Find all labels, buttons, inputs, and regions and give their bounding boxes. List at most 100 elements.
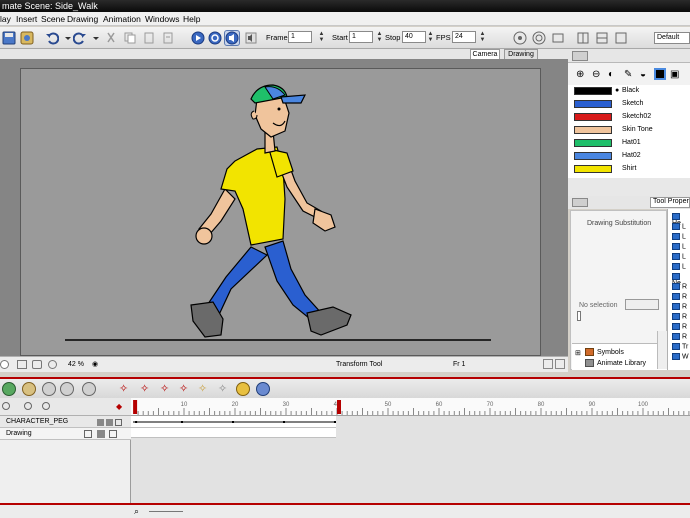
zoom-level[interactable]: 42 % bbox=[68, 361, 84, 368]
pencil-color-icon[interactable]: ✎ bbox=[624, 69, 632, 80]
paste-special-icon[interactable] bbox=[160, 30, 176, 46]
start-field[interactable]: 1 bbox=[349, 31, 373, 43]
edit-color-icon[interactable]: ◐ bbox=[608, 69, 614, 80]
list-item[interactable]: L bbox=[672, 243, 686, 253]
menu-scene[interactable]: Scene bbox=[41, 14, 65, 24]
list-item[interactable]: Tr bbox=[672, 343, 688, 353]
frame-spinner[interactable]: ▲ ▼ bbox=[318, 31, 325, 43]
stop-spinner[interactable]: ▲ ▼ bbox=[427, 31, 434, 43]
list-item[interactable]: W bbox=[672, 353, 689, 363]
timeline-ruler[interactable]: 102030405060708090100 bbox=[131, 398, 690, 416]
layer-row[interactable]: CHARACTER_PEG bbox=[0, 416, 131, 428]
color-row-sketch[interactable]: Sketch bbox=[568, 98, 690, 111]
list-item[interactable]: R bbox=[672, 293, 687, 303]
workspace-icon-3[interactable] bbox=[613, 30, 629, 46]
library-scrollbar[interactable] bbox=[657, 331, 667, 369]
lock-icon[interactable] bbox=[97, 430, 105, 438]
library-animate[interactable]: Animate Library bbox=[597, 360, 646, 367]
play-icon[interactable] bbox=[190, 30, 206, 46]
zoom-slider[interactable] bbox=[149, 511, 183, 512]
list-item[interactable]: L bbox=[672, 223, 686, 233]
add-keyframe-icon[interactable]: ✧ bbox=[119, 382, 128, 395]
panel-splitter[interactable] bbox=[568, 178, 690, 196]
list-item[interactable]: R bbox=[672, 323, 687, 333]
sound-icon[interactable] bbox=[224, 30, 240, 46]
camera-view-icon[interactable] bbox=[512, 30, 528, 46]
panel-menu-icon[interactable] bbox=[572, 198, 588, 207]
save-all-icon[interactable] bbox=[19, 30, 35, 46]
keyframe-icon-4[interactable]: ✧ bbox=[179, 382, 188, 395]
settings-icon[interactable] bbox=[256, 382, 270, 396]
workspace-icon-1[interactable] bbox=[575, 30, 591, 46]
list-item[interactable]: R bbox=[672, 333, 687, 343]
menu-drawing[interactable]: Drawing bbox=[67, 14, 98, 24]
texture-icon[interactable]: ▣ bbox=[670, 69, 679, 80]
color-row-skin-tone[interactable]: Skin Tone bbox=[568, 124, 690, 137]
sound-scrub-icon[interactable] bbox=[243, 30, 259, 46]
color-row-shirt[interactable]: Shirt bbox=[568, 163, 690, 176]
motion-icon-2[interactable]: ✧ bbox=[218, 382, 227, 395]
menu-windows[interactable]: Windows bbox=[145, 14, 179, 24]
copy-icon[interactable] bbox=[122, 30, 138, 46]
save-icon[interactable] bbox=[1, 30, 17, 46]
color-row-hat01[interactable]: Hat01 bbox=[568, 137, 690, 150]
workspace-icon-2[interactable] bbox=[594, 30, 610, 46]
view-option-icon-1[interactable] bbox=[543, 359, 553, 369]
list-item[interactable]: R bbox=[672, 313, 687, 323]
workspace-select[interactable]: Default bbox=[654, 32, 690, 44]
frame-field[interactable]: 1 bbox=[288, 31, 312, 43]
rotate-view-icon[interactable] bbox=[48, 360, 57, 369]
list-item[interactable]: He bbox=[672, 213, 690, 227]
tab-tool-properties[interactable]: Tool Properties bbox=[650, 197, 690, 208]
camera-frame[interactable] bbox=[20, 68, 541, 356]
menu-animation[interactable]: Animation bbox=[103, 14, 141, 24]
layer-color-icon[interactable] bbox=[109, 430, 117, 438]
expand-icon[interactable]: ⊞ bbox=[575, 349, 581, 357]
add-color-icon[interactable]: ⊕ bbox=[576, 69, 584, 80]
frame-view-icon[interactable] bbox=[32, 360, 42, 369]
current-color-icon[interactable] bbox=[654, 68, 666, 80]
palette-menu-icon[interactable] bbox=[572, 51, 588, 61]
list-item[interactable]: L bbox=[672, 253, 686, 263]
lock-all-icon[interactable] bbox=[24, 402, 32, 410]
zoom-icon[interactable]: ⌕ bbox=[134, 506, 139, 517]
list-item[interactable]: R bbox=[672, 283, 687, 293]
tab-camera[interactable]: Camera bbox=[470, 49, 500, 59]
timeline-nav-icon[interactable]: ◆ bbox=[116, 402, 122, 411]
ease-icon[interactable] bbox=[236, 382, 250, 396]
motion-icon[interactable]: ✧ bbox=[198, 382, 207, 395]
redo-icon[interactable] bbox=[72, 30, 88, 46]
layer-checkbox[interactable] bbox=[84, 430, 92, 438]
menu-help[interactable]: Help bbox=[183, 14, 200, 24]
timeline-frames[interactable] bbox=[131, 416, 690, 506]
add-layer-icon[interactable] bbox=[2, 382, 16, 396]
onion-skin-icon[interactable] bbox=[531, 30, 547, 46]
menu-play[interactable]: lay bbox=[0, 14, 11, 24]
start-spinner[interactable]: ▲ ▼ bbox=[376, 31, 383, 43]
grid-icon[interactable] bbox=[17, 360, 27, 369]
keyframe-icon-3[interactable]: ✧ bbox=[160, 382, 169, 395]
eyedropper-icon[interactable]: ◒ bbox=[640, 69, 646, 80]
loop-icon[interactable] bbox=[207, 30, 223, 46]
fps-field[interactable]: 24 bbox=[452, 31, 476, 43]
color-row-sketch02[interactable]: Sketch02 bbox=[568, 111, 690, 124]
lock-icon[interactable] bbox=[97, 419, 104, 426]
paste-icon[interactable] bbox=[141, 30, 157, 46]
enable-all-icon[interactable] bbox=[2, 402, 10, 410]
layer-row[interactable]: Drawing bbox=[0, 428, 131, 440]
reset-view-icon[interactable] bbox=[0, 360, 9, 369]
remove-color-icon[interactable]: ⊖ bbox=[592, 69, 600, 80]
add-drawing-layer-icon[interactable] bbox=[22, 382, 36, 396]
color-row-black[interactable]: ● Black bbox=[568, 85, 690, 98]
menu-insert[interactable]: Insert bbox=[16, 14, 37, 24]
list-item[interactable]: R bbox=[672, 303, 687, 313]
fps-spinner[interactable]: ▲ ▼ bbox=[479, 31, 486, 43]
redo-dropdown-icon[interactable] bbox=[88, 30, 104, 46]
list-item[interactable]: L bbox=[672, 233, 686, 243]
list-item[interactable]: L bbox=[672, 263, 686, 273]
add-peg-icon[interactable] bbox=[42, 382, 56, 396]
remove-keyframe-icon[interactable]: ✧ bbox=[140, 382, 149, 395]
cut-icon[interactable] bbox=[103, 30, 119, 46]
color-row-hat02[interactable]: Hat02 bbox=[568, 150, 690, 163]
substitution-slider[interactable] bbox=[577, 311, 581, 321]
